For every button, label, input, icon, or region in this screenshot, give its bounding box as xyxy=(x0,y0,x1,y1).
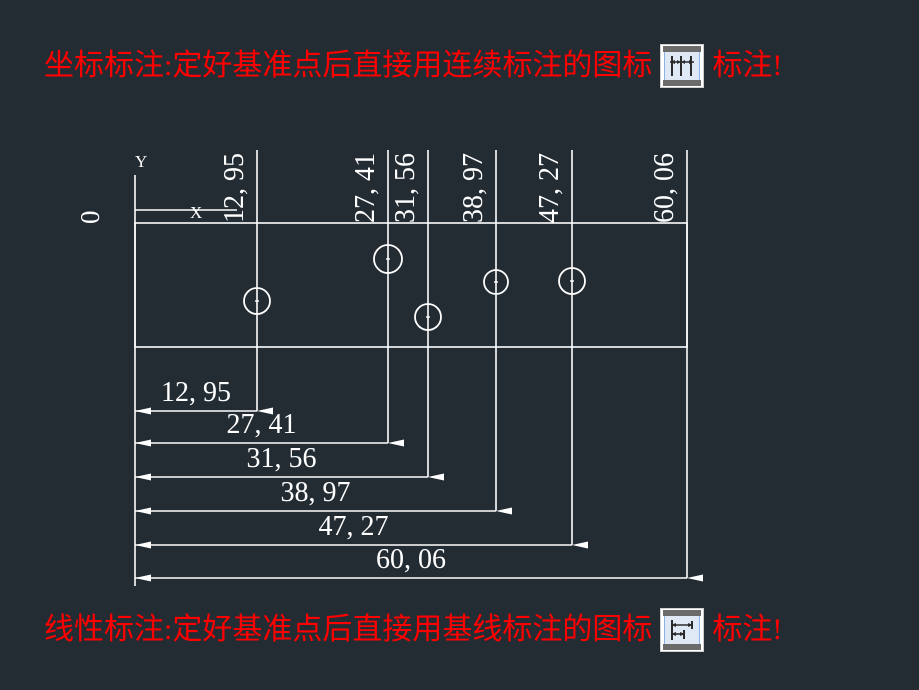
continue-dimension-icon[interactable] xyxy=(660,44,705,88)
icon-bottom-bar-2 xyxy=(663,644,702,650)
linear-dimension-label: 60, 06 xyxy=(376,544,446,575)
linear-dimension-label: 12, 95 xyxy=(161,377,231,408)
icon-top-bar xyxy=(663,46,702,52)
ordinate-dimension-label: 27, 41 xyxy=(350,153,381,223)
linear-dimension-label: 27, 41 xyxy=(226,409,297,440)
hole-circle xyxy=(558,267,586,295)
ordinate-dimension-label: 12, 95 xyxy=(219,153,250,223)
linear-dimension-label: 31, 56 xyxy=(246,443,317,474)
icon-inner-panel xyxy=(664,48,701,84)
part-outline xyxy=(134,222,688,348)
ordinate-dimension-label: 60, 06 xyxy=(649,153,680,223)
ordinate-dimension-label: 47, 27 xyxy=(534,153,565,223)
icon-inner-panel-2 xyxy=(664,612,701,648)
ordinate-dimension-label: 38, 97 xyxy=(458,153,489,223)
linear-dimension-label: 38, 97 xyxy=(280,477,351,508)
cad-drawing-screen: 坐标标注:定好基准点后直接用连续标注的图标 标注! 线性标注:定好基准点后直接用… xyxy=(0,0,919,690)
drawing-canvas xyxy=(134,150,703,586)
hole-circle xyxy=(243,287,271,315)
top-annotation-text-after: 标注! xyxy=(712,49,783,82)
top-annotation-row: 坐标标注:定好基准点后直接用连续标注的图标 标注! xyxy=(0,44,919,88)
baseline-dimension-glyph xyxy=(671,620,694,640)
x-axis-label: X xyxy=(190,203,203,222)
linear-dimension-label: 47, 27 xyxy=(318,511,389,542)
icon-top-bar-2 xyxy=(663,610,702,616)
bottom-annotation-text-before: 线性标注:定好基准点后直接用基线标注的图标 xyxy=(44,613,653,646)
origin-label: 0 xyxy=(75,210,105,225)
hole-circle xyxy=(414,303,442,331)
bottom-annotation-row: 线性标注:定好基准点后直接用基线标注的图标 标注! xyxy=(0,608,919,652)
y-axis-label: Y xyxy=(135,152,148,171)
icon-bottom-bar xyxy=(663,80,702,86)
hole-circle xyxy=(483,269,509,295)
ordinate-dimension-label: 31, 56 xyxy=(390,153,421,223)
continue-dimension-glyph xyxy=(670,56,695,76)
baseline-dimension-icon[interactable] xyxy=(660,608,705,652)
bottom-annotation-text-after: 标注! xyxy=(712,613,783,646)
hole-circle xyxy=(373,244,403,274)
top-annotation-text-before: 坐标标注:定好基准点后直接用连续标注的图标 xyxy=(44,49,653,82)
